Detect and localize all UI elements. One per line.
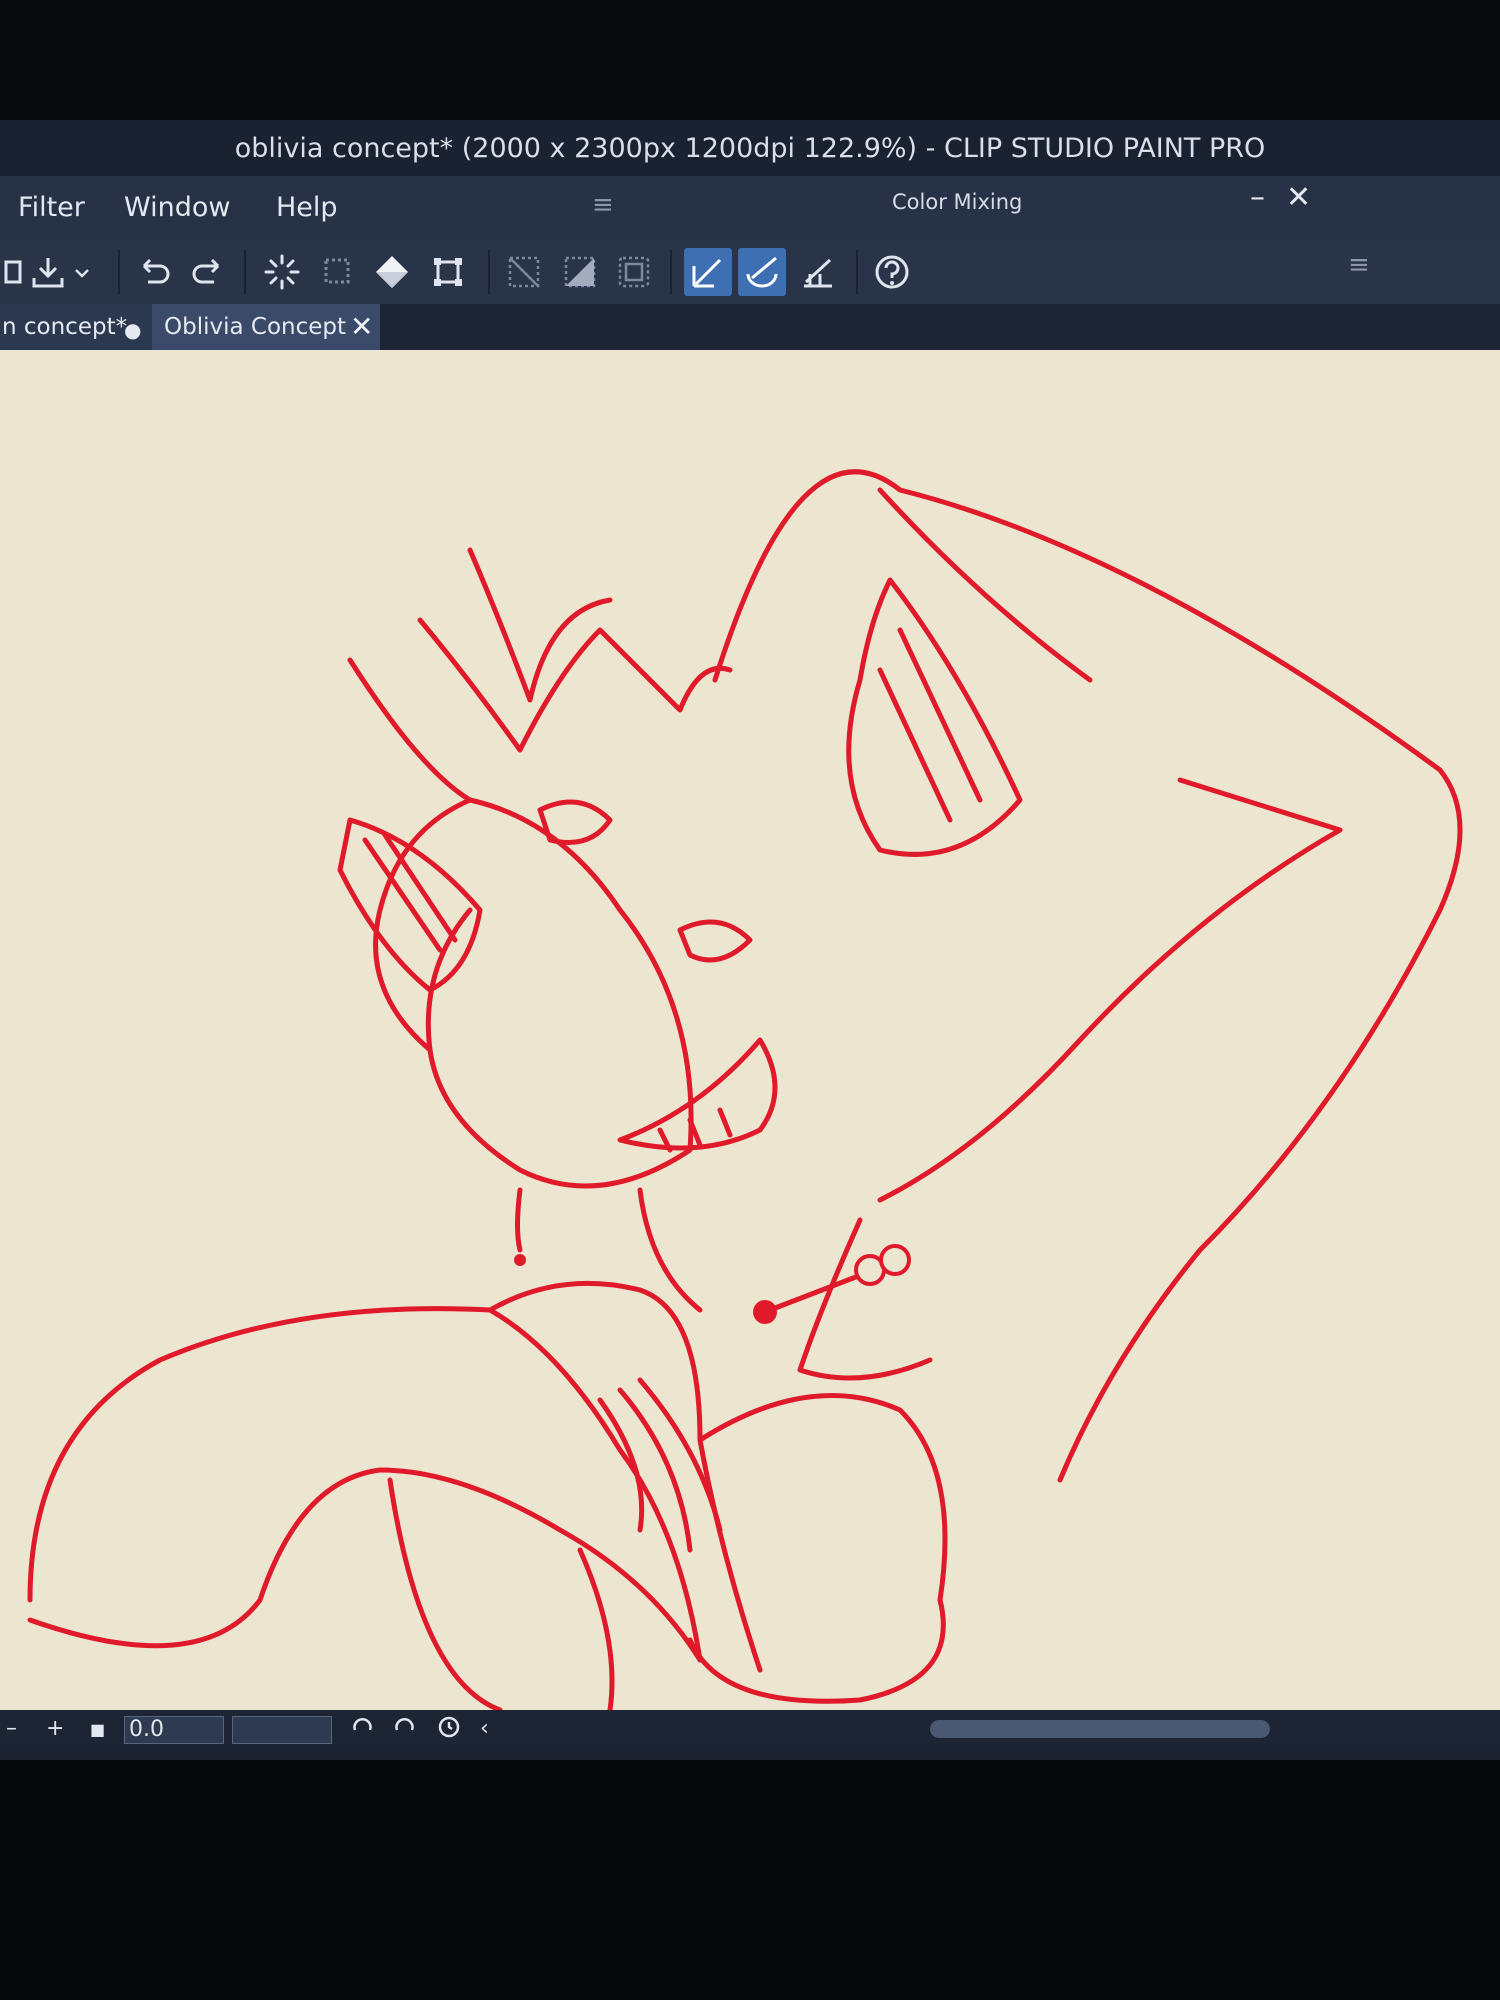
window-title-bar: oblivia concept* (2000 x 2300px 1200dpi … bbox=[0, 120, 1500, 176]
export-icon[interactable] bbox=[24, 248, 72, 296]
zoom-value-field[interactable]: 0.0 bbox=[124, 1716, 224, 1744]
line-art-drawing bbox=[27, 469, 1463, 1710]
monitor-bezel-bottom bbox=[0, 1760, 1500, 2000]
color-mixing-panel-title: Color Mixing bbox=[892, 190, 1023, 214]
necklace-bead bbox=[879, 1244, 911, 1276]
dropdown-icon[interactable] bbox=[70, 248, 94, 296]
redo-icon[interactable] bbox=[184, 248, 232, 296]
mouth-teeth bbox=[617, 1037, 778, 1153]
status-bar: – + ■ 0.0 ‹ bbox=[0, 1710, 1500, 1750]
left-fin-ear bbox=[337, 817, 483, 993]
right-fin-ear bbox=[846, 577, 1023, 857]
snap-ruler-icon[interactable] bbox=[684, 248, 732, 296]
menu-window[interactable]: Window bbox=[124, 192, 230, 223]
help-icon[interactable] bbox=[868, 248, 916, 296]
invert-selection-icon[interactable] bbox=[556, 248, 604, 296]
deselect-icon[interactable] bbox=[500, 248, 548, 296]
toolbar-separator bbox=[856, 250, 858, 294]
toolbar-separator bbox=[670, 250, 672, 294]
menu-bar: Filter Window Help ≡ Color Mixing – ✕ bbox=[0, 176, 1500, 240]
tab-label: Oblivia Concept bbox=[164, 314, 347, 340]
toolbar-separator bbox=[118, 250, 120, 294]
earring-gem bbox=[514, 1254, 526, 1266]
tab-concept[interactable]: n concept* ● bbox=[0, 304, 154, 350]
modified-dot-icon: ● bbox=[124, 318, 142, 342]
command-bar: ≡ bbox=[0, 240, 1500, 304]
clear-outside-icon[interactable] bbox=[314, 248, 362, 296]
show-selection-icon[interactable] bbox=[610, 248, 658, 296]
zoom-in-button[interactable]: + bbox=[46, 1716, 64, 1741]
tab-oblivia-concept[interactable]: Oblivia Concept bbox=[152, 304, 380, 350]
tab-label: n concept* bbox=[2, 314, 128, 340]
rotation-field[interactable] bbox=[232, 1716, 332, 1744]
panel-grip-icon[interactable]: ≡ bbox=[592, 190, 614, 220]
rotate-left-icon[interactable] bbox=[350, 1714, 376, 1746]
snap-special-ruler-icon[interactable] bbox=[738, 248, 786, 296]
panel-minimize-button[interactable]: – bbox=[1250, 180, 1265, 215]
transform-icon[interactable] bbox=[424, 248, 472, 296]
chest-left bbox=[387, 1477, 615, 1710]
raised-arm-outline bbox=[712, 469, 1463, 1483]
rotate-right-icon[interactable] bbox=[392, 1714, 418, 1746]
horizontal-scrollbar[interactable] bbox=[930, 1720, 1270, 1738]
toolbar-separator bbox=[488, 250, 490, 294]
clear-icon[interactable] bbox=[258, 248, 306, 296]
snap-grid-icon[interactable] bbox=[794, 248, 842, 296]
app-window: oblivia concept* (2000 x 2300px 1200dpi … bbox=[0, 120, 1500, 1760]
reset-rotation-icon[interactable] bbox=[436, 1714, 462, 1746]
earring bbox=[515, 1187, 523, 1253]
scroll-left-button[interactable]: ‹ bbox=[480, 1716, 489, 1741]
undo-icon[interactable] bbox=[130, 248, 178, 296]
tab-close-icon[interactable]: ✕ bbox=[350, 310, 373, 343]
raised-arm-inner bbox=[877, 487, 1343, 833]
fill-icon[interactable] bbox=[368, 248, 416, 296]
document-tab-bar: n concept* ● Oblivia Concept ✕ bbox=[0, 304, 1500, 350]
torso-outline bbox=[487, 1280, 948, 1673]
monitor-bezel-top bbox=[0, 0, 1500, 120]
toolbar-grip-icon[interactable]: ≡ bbox=[1348, 250, 1370, 280]
window-title: oblivia concept* (2000 x 2300px 1200dpi … bbox=[234, 132, 1266, 164]
eyes bbox=[537, 799, 753, 963]
toolbar-separator bbox=[244, 250, 246, 294]
zoom-out-button[interactable]: – bbox=[6, 1716, 17, 1741]
drawing-canvas[interactable] bbox=[0, 350, 1500, 1710]
necklace-gem bbox=[753, 1300, 777, 1324]
menu-filter[interactable]: Filter bbox=[18, 192, 85, 223]
fit-view-button[interactable]: ■ bbox=[90, 1720, 105, 1739]
hair-outline bbox=[347, 547, 733, 1053]
panel-close-button[interactable]: ✕ bbox=[1286, 180, 1311, 215]
neck-outline bbox=[637, 1187, 933, 1381]
menu-help[interactable]: Help bbox=[276, 192, 338, 223]
chest-right bbox=[687, 1597, 946, 1704]
